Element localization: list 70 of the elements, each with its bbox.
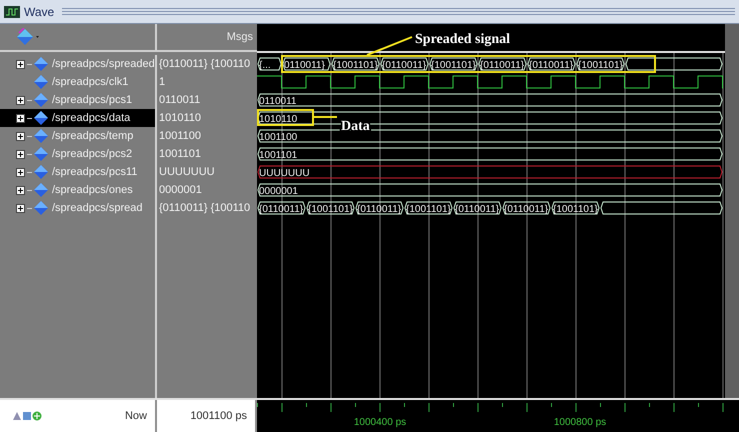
signal-name[interactable]: /spreadpcs/pcs1 (52, 92, 132, 108)
leader-line (366, 36, 412, 56)
signal-value: {0110011} {100110 (159, 56, 250, 72)
signal-diamond-icon (34, 93, 48, 107)
bus-value: {0110011} (480, 60, 524, 71)
bus-value: 1001100 (259, 132, 298, 143)
expand-icon[interactable] (16, 132, 25, 140)
signal-diamond-icon (34, 183, 48, 197)
time-label: 1000400 ps (354, 417, 406, 428)
cursor-tools-icon[interactable] (12, 410, 42, 422)
signal-diamond-icon (34, 57, 48, 71)
bus-value: {1001101} (308, 204, 353, 215)
highlight-box (257, 109, 314, 126)
leader-line (314, 116, 337, 118)
bus-value: {0110011} (455, 204, 500, 215)
signal-name[interactable]: /spreadpcs/spread (52, 200, 142, 216)
expand-icon[interactable] (16, 186, 25, 194)
bus-value: {1001101} (406, 204, 451, 215)
bus-value: {1001101} (553, 204, 598, 215)
bus-value: 0110011} (284, 60, 325, 71)
expand-icon[interactable] (16, 114, 25, 122)
expand-icon[interactable] (16, 204, 25, 212)
signal-value: 1010110 (159, 110, 202, 126)
signal-value: UUUUUUU (159, 164, 215, 180)
bus-value: 1010110 (259, 114, 298, 125)
signal-value: {0110011} {100110 (159, 200, 250, 216)
bus-value: UUUUUUU (259, 168, 310, 179)
bus-value: {... (259, 60, 271, 71)
bus-value: 0110011 (259, 96, 296, 107)
annotation-label: Spreaded signal (415, 32, 510, 47)
bus-value: 0000001 (259, 186, 298, 197)
expand-icon[interactable] (16, 168, 25, 176)
bus-value: {1001101} (578, 60, 623, 71)
expand-icon[interactable] (16, 150, 25, 158)
now-time: 1001100 ps (190, 408, 247, 424)
signal-value: 1001100 (159, 128, 202, 144)
signal-diamond-icon (34, 165, 48, 179)
window-title: Wave (24, 4, 54, 20)
bus-value: 1001101 (259, 150, 298, 161)
wave-window-icon (4, 6, 20, 18)
selected-row[interactable]: /spreadpcs/data (0, 109, 157, 127)
bus-value: {0110011} (504, 204, 548, 215)
time-label: 1000800 ps (554, 417, 606, 428)
expand-icon[interactable] (16, 96, 25, 104)
signal-name[interactable]: /spreadpcs/clk1 (52, 74, 128, 90)
signal-name[interactable]: /spreadpcs/pcs11 (52, 164, 138, 180)
bus-value: {1001101} (431, 60, 476, 71)
bus-value: {0110011} (357, 204, 402, 215)
bus-value: {0110011} (529, 60, 574, 71)
signal-diamond-icon (34, 111, 48, 125)
signal-name[interactable]: /spreadpcs/pcs2 (52, 146, 132, 162)
vertical-scrollbar[interactable] (725, 24, 739, 398)
signal-diamond-icon (34, 201, 48, 215)
signal-name[interactable]: /spreadpcs/spreaded (52, 56, 155, 72)
signal-name[interactable]: /spreadpcs/ones (52, 182, 133, 198)
now-label: Now (124, 408, 147, 424)
signal-name[interactable]: /spreadpcs/data (52, 110, 130, 126)
signal-diamond-icon (34, 147, 48, 161)
expand-icon[interactable] (16, 60, 25, 68)
signal-value: 1001101 (159, 146, 202, 162)
signal-value: 1 (159, 74, 166, 90)
bus-value: {0110011} (382, 60, 426, 71)
signal-name[interactable]: /spreadpcs/temp (52, 128, 134, 144)
column-header: Msgs (226, 30, 253, 45)
bus-value: {1001101} (333, 60, 378, 71)
bus-value: {0110011} (259, 204, 304, 215)
signal-diamond-icon (34, 75, 48, 89)
signal-value: 0000001 (159, 182, 202, 198)
signal-value: 0110011 (159, 92, 200, 108)
signal-diamond-icon (34, 129, 48, 143)
